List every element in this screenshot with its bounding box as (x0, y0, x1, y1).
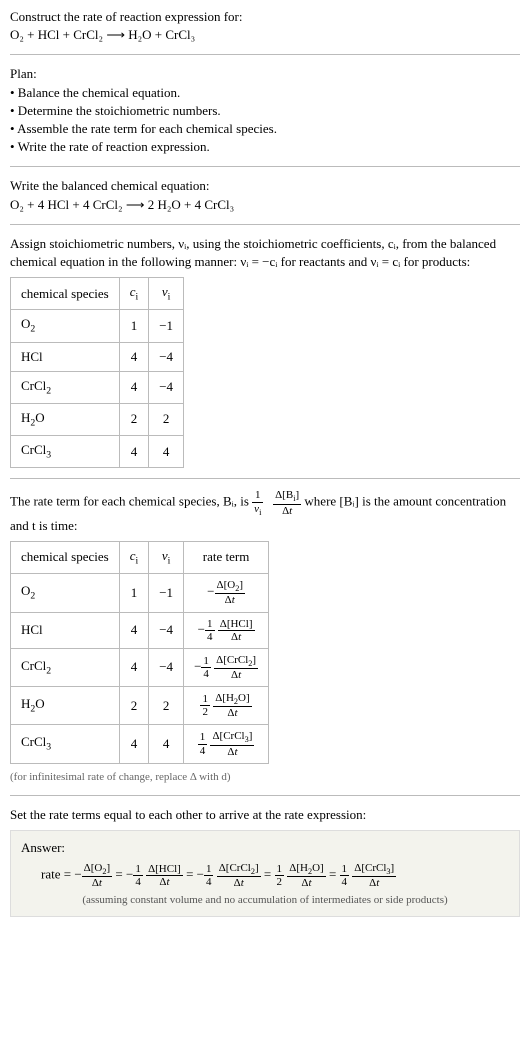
table-row: H2O2212 Δ[H2O]Δt (11, 687, 269, 725)
table-cell: 2 (149, 687, 184, 725)
table-cell: CrCl2 (11, 648, 120, 686)
table-cell: 4 (119, 371, 149, 403)
answer-note: (assuming constant volume and no accumul… (21, 893, 509, 908)
answer-box: Answer: rate = −Δ[O2]Δt = −14 Δ[HCl]Δt =… (10, 830, 520, 917)
table-cell: 4 (119, 342, 149, 371)
plan-item: • Balance the chemical equation. (10, 84, 520, 102)
rate-term-intro: The rate term for each chemical species,… (10, 489, 520, 535)
answer-label: Answer: (21, 839, 509, 857)
table-cell: 4 (149, 725, 184, 763)
table-cell: −1 (149, 310, 184, 342)
table-cell: 4 (119, 612, 149, 648)
table-cell: 12 Δ[H2O]Δt (184, 687, 269, 725)
table-row: O21−1−Δ[O2]Δt (11, 574, 269, 612)
table-row: CrCl24−4−14 Δ[CrCl2]Δt (11, 648, 269, 686)
table-cell: −14 Δ[HCl]Δt (184, 612, 269, 648)
table-header: ci (119, 541, 149, 573)
space (267, 494, 270, 509)
table-cell: 2 (119, 687, 149, 725)
plan-item: • Write the rate of reaction expression. (10, 138, 520, 156)
table-row: CrCl344 (11, 436, 184, 468)
one-over-nu: 1νi (252, 489, 263, 516)
table-row: CrCl34414 Δ[CrCl3]Δt (11, 725, 269, 763)
stoich-table: chemical speciesciνiO21−1HCl4−4CrCl24−4H… (10, 277, 184, 468)
answer-expression: rate = −Δ[O2]Δt = −14 Δ[HCl]Δt = −14 Δ[C… (21, 862, 509, 889)
table-row: HCl4−4 (11, 342, 184, 371)
table-header: νi (149, 541, 184, 573)
table-cell: O2 (11, 310, 120, 342)
table-cell: CrCl2 (11, 371, 120, 403)
table-cell: 2 (119, 403, 149, 435)
table-cell: O2 (11, 574, 120, 612)
table-cell: HCl (11, 342, 120, 371)
plan-heading: Plan: (10, 65, 520, 83)
table-row: CrCl24−4 (11, 371, 184, 403)
table-cell: 4 (119, 436, 149, 468)
final-heading: Set the rate terms equal to each other t… (10, 806, 520, 824)
table-header: νi (149, 278, 184, 310)
table-row: HCl4−4−14 Δ[HCl]Δt (11, 612, 269, 648)
divider (10, 478, 520, 479)
table-row: H2O22 (11, 403, 184, 435)
balanced-heading: Write the balanced chemical equation: (10, 177, 520, 195)
plan-item: • Assemble the rate term for each chemic… (10, 120, 520, 138)
prompt-text: Construct the rate of reaction expressio… (10, 8, 520, 26)
table-cell: −Δ[O2]Δt (184, 574, 269, 612)
dB-over-dt: Δ[Bi]Δt (273, 489, 301, 516)
plan-list: • Balance the chemical equation.• Determ… (10, 84, 520, 157)
rate-table: chemical speciesciνirate termO21−1−Δ[O2]… (10, 541, 269, 764)
table-cell: −4 (149, 342, 184, 371)
table-cell: 4 (119, 648, 149, 686)
table-cell: CrCl3 (11, 436, 120, 468)
table-cell: −1 (149, 574, 184, 612)
divider (10, 224, 520, 225)
divider (10, 166, 520, 167)
table-cell: −14 Δ[CrCl2]Δt (184, 648, 269, 686)
balanced-equation: O₂ + 4 HCl + 4 CrCl₂ ⟶ 2 H₂O + 4 CrCl₃ (10, 196, 520, 214)
table-row: O21−1 (11, 310, 184, 342)
table-cell: −4 (149, 612, 184, 648)
table-header: chemical species (11, 541, 120, 573)
divider (10, 54, 520, 55)
unbalanced-equation: O₂ + HCl + CrCl₂ ⟶ H₂O + CrCl₃ (10, 26, 520, 44)
table-cell: 1 (119, 310, 149, 342)
table-cell: HCl (11, 612, 120, 648)
plan-item: • Determine the stoichiometric numbers. (10, 102, 520, 120)
table-cell: −4 (149, 648, 184, 686)
table-cell: 1 (119, 574, 149, 612)
stoich-text: Assign stoichiometric numbers, νᵢ, using… (10, 235, 520, 271)
table-cell: H2O (11, 403, 120, 435)
table-cell: 2 (149, 403, 184, 435)
table-cell: 4 (119, 725, 149, 763)
table-header: ci (119, 278, 149, 310)
table-cell: 14 Δ[CrCl3]Δt (184, 725, 269, 763)
table-cell: H2O (11, 687, 120, 725)
table-header: chemical species (11, 278, 120, 310)
divider (10, 795, 520, 796)
table-cell: −4 (149, 371, 184, 403)
infinitesimal-note: (for infinitesimal rate of change, repla… (10, 770, 520, 785)
table-header: rate term (184, 541, 269, 573)
table-cell: CrCl3 (11, 725, 120, 763)
table-cell: 4 (149, 436, 184, 468)
rate-intro-a: The rate term for each chemical species,… (10, 494, 252, 509)
